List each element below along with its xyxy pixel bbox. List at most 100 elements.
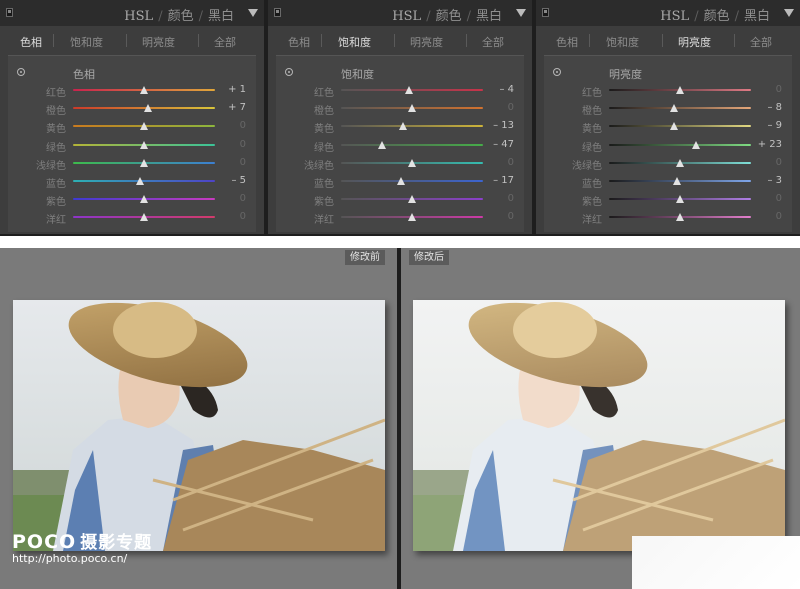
slider-value[interactable]: 0: [776, 211, 782, 222]
slider-value[interactable]: – 13: [493, 120, 514, 131]
slider-track[interactable]: [73, 180, 215, 182]
panel-title-colors[interactable]: 颜色: [436, 9, 462, 24]
tab-1[interactable]: 饱和度: [338, 34, 371, 50]
slider-track[interactable]: [341, 143, 483, 146]
panel-title: HSL / 颜色 / 黑白: [660, 5, 770, 24]
slider-value[interactable]: 0: [240, 120, 246, 131]
slider-value[interactable]: + 7: [228, 102, 246, 113]
slider-thumb[interactable]: [399, 122, 408, 131]
slider-thumb[interactable]: [140, 140, 148, 149]
slider-thumb[interactable]: [408, 195, 416, 204]
slider-track[interactable]: [609, 125, 751, 128]
panel-toggle-icon[interactable]: [274, 8, 281, 17]
tab-2[interactable]: 明亮度: [142, 34, 175, 50]
panel-title-hsl[interactable]: HSL: [392, 9, 421, 24]
panel-title-hsl[interactable]: HSL: [660, 9, 689, 24]
panel-title-bw[interactable]: 黑白: [476, 9, 502, 24]
target-adjust-icon[interactable]: [285, 68, 293, 76]
slider-thumb[interactable]: [670, 122, 679, 131]
slider-thumb[interactable]: [676, 195, 684, 204]
slider-label: 洋红: [582, 215, 602, 227]
slider-thumb[interactable]: [673, 177, 682, 185]
slider-value[interactable]: + 23: [758, 139, 782, 150]
tab-1[interactable]: 饱和度: [70, 34, 103, 50]
tab-3[interactable]: 全部: [214, 34, 236, 50]
slider-thumb[interactable]: [691, 140, 700, 149]
target-adjust-icon[interactable]: [17, 68, 25, 76]
slider-value[interactable]: 0: [508, 211, 514, 222]
slider-thumb[interactable]: [140, 86, 148, 94]
collapse-triangle-icon[interactable]: [516, 9, 526, 17]
tab-1[interactable]: 饱和度: [606, 34, 639, 50]
panel-title-bw[interactable]: 黑白: [744, 9, 770, 24]
tab-0[interactable]: 色相: [288, 34, 310, 50]
slider-value[interactable]: – 4: [499, 84, 514, 95]
panel-toggle-icon[interactable]: [6, 8, 13, 17]
slider-thumb[interactable]: [140, 122, 148, 131]
slider-track[interactable]: [609, 107, 751, 110]
slider-value[interactable]: 0: [240, 211, 246, 222]
slider-value[interactable]: 0: [508, 157, 514, 168]
slider-value[interactable]: – 5: [231, 175, 246, 186]
tab-0[interactable]: 色相: [20, 34, 42, 50]
slider-value[interactable]: 0: [240, 139, 246, 150]
title-separator: /: [734, 9, 739, 24]
target-adjust-icon[interactable]: [553, 68, 561, 76]
tab-0[interactable]: 色相: [556, 34, 578, 50]
tab-3[interactable]: 全部: [482, 34, 504, 50]
slider-thumb[interactable]: [408, 213, 416, 222]
hsl-panel-saturation: HSL / 颜色 / 黑白 色相 饱和度 明亮度 全部 饱和度 红色 – 4 橙色 0 黄色 – 13 绿色 – …: [268, 0, 532, 234]
slider-thumb[interactable]: [378, 140, 387, 149]
slider-label: 橙色: [46, 106, 66, 118]
slider-track[interactable]: [341, 180, 483, 182]
collapse-triangle-icon[interactable]: [248, 9, 258, 17]
slider-value[interactable]: 0: [508, 102, 514, 113]
panel-title-colors[interactable]: 颜色: [168, 9, 194, 24]
slider-thumb[interactable]: [676, 213, 684, 222]
panel-toggle-icon[interactable]: [542, 8, 549, 17]
slider-label: 蓝色: [314, 179, 334, 190]
collapse-triangle-icon[interactable]: [784, 9, 794, 17]
panel-title-colors[interactable]: 颜色: [704, 9, 730, 24]
slider-value[interactable]: – 47: [493, 139, 514, 150]
slider-value[interactable]: – 3: [767, 175, 782, 186]
tab-divider: [321, 34, 322, 47]
slider-track[interactable]: [609, 143, 751, 146]
slider-label: 蓝色: [582, 179, 602, 190]
slider-value[interactable]: 0: [776, 84, 782, 95]
slider-value[interactable]: 0: [776, 193, 782, 204]
slider-value[interactable]: – 8: [767, 102, 782, 113]
tab-3[interactable]: 全部: [750, 34, 772, 50]
slider-thumb[interactable]: [144, 104, 153, 113]
slider-row: 绿色 0: [8, 137, 256, 155]
slider-value[interactable]: 0: [240, 193, 246, 204]
slider-row: 蓝色 – 5: [8, 173, 256, 191]
tab-2[interactable]: 明亮度: [678, 34, 711, 50]
slider-thumb[interactable]: [676, 86, 684, 94]
slider-value[interactable]: + 1: [228, 84, 246, 95]
slider-value[interactable]: – 9: [767, 120, 782, 131]
slider-thumb[interactable]: [676, 158, 684, 167]
slider-value[interactable]: 0: [240, 157, 246, 168]
slider-thumb[interactable]: [140, 195, 148, 204]
tab-2[interactable]: 明亮度: [410, 34, 443, 50]
slider-value[interactable]: 0: [508, 193, 514, 204]
slider-track[interactable]: [341, 125, 483, 128]
slider-thumb[interactable]: [140, 158, 148, 167]
slider-thumb[interactable]: [405, 86, 414, 94]
panel-title-hsl[interactable]: HSL: [124, 9, 153, 24]
slider-thumb[interactable]: [670, 104, 679, 113]
panel-title-bw[interactable]: 黑白: [208, 9, 234, 24]
slider-row: 洋红 0: [544, 209, 792, 227]
tab-divider: [734, 34, 735, 47]
slider-thumb[interactable]: [140, 213, 148, 222]
slider-thumb[interactable]: [408, 104, 416, 113]
slider-value[interactable]: 0: [776, 157, 782, 168]
slider-thumb[interactable]: [396, 177, 405, 185]
slider-value[interactable]: – 17: [493, 175, 514, 186]
slider-label: 橙色: [314, 106, 334, 118]
watermark-logo-text: POCO: [12, 531, 77, 553]
title-separator: /: [694, 9, 699, 24]
slider-thumb[interactable]: [135, 177, 144, 185]
slider-thumb[interactable]: [408, 158, 416, 167]
